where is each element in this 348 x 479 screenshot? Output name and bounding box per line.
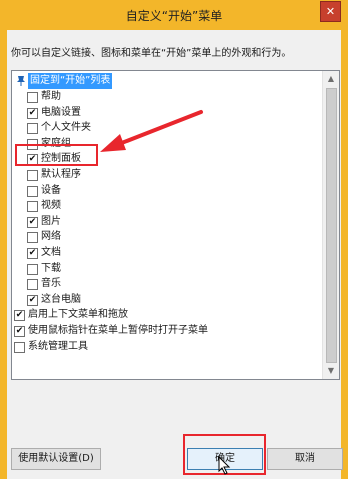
annotation-arrow-icon — [100, 110, 203, 152]
mouse-cursor-icon — [218, 456, 231, 475]
